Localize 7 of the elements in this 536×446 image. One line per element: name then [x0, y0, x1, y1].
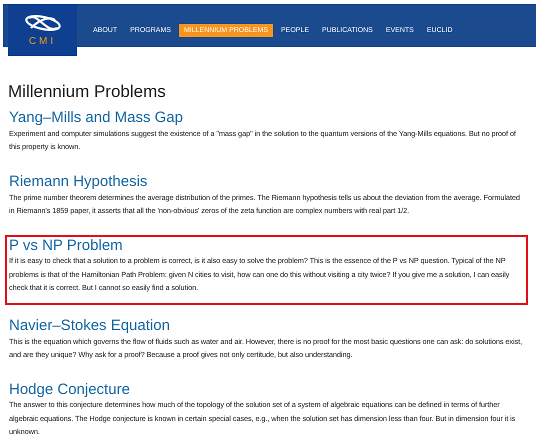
problem-title[interactable]: Yang–Mills and Mass Gap	[9, 110, 526, 127]
problem-title[interactable]: Navier–Stokes Equation	[9, 318, 526, 335]
page-title: Millennium Problems	[8, 82, 167, 102]
logo[interactable]: CMI	[8, 4, 77, 56]
problem-title[interactable]: P vs NP Problem	[9, 238, 526, 254]
problem-title[interactable]: Riemann Hypothesis	[9, 174, 526, 191]
problem-title[interactable]: Hodge Conjecture	[9, 382, 526, 398]
